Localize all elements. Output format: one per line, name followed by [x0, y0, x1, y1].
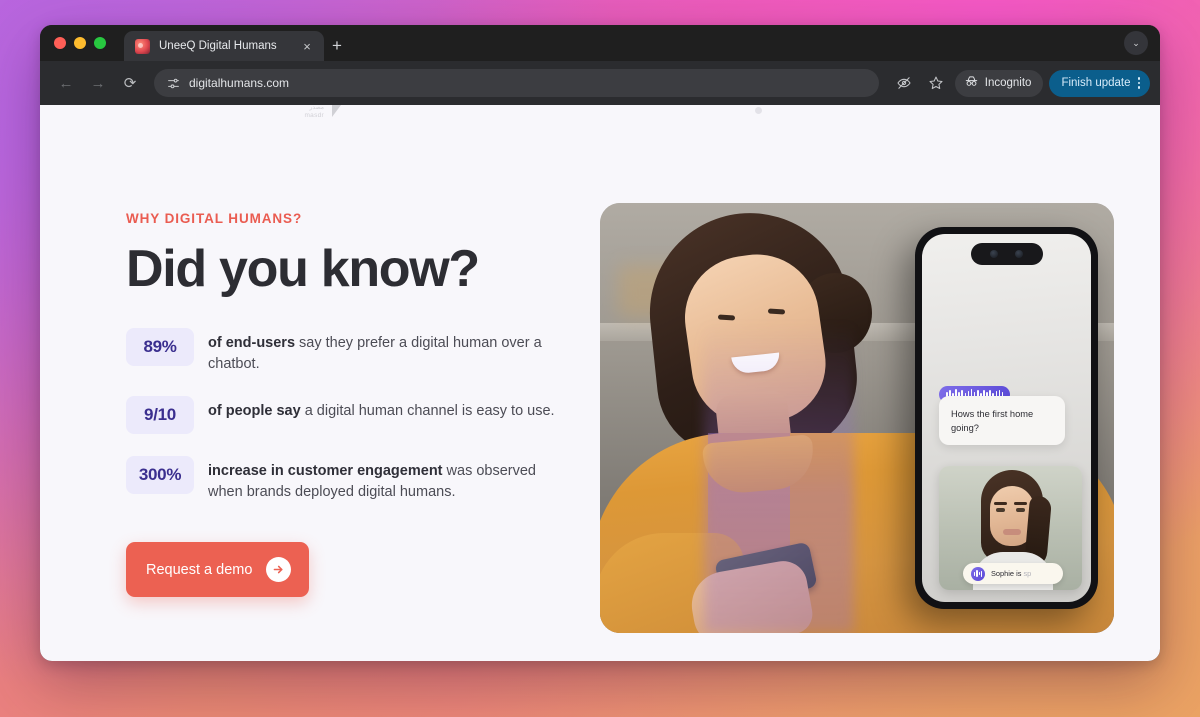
site-logo-mark: [332, 105, 344, 117]
chat-message-bubble: Hows the first home going?: [939, 396, 1065, 446]
stat-description-bold: increase in customer engagement: [208, 463, 443, 480]
incognito-indicator[interactable]: Incognito: [954, 69, 1044, 97]
browser-toolbar: ← → ⟳ digitalhumans.com Incognito Finish…: [40, 61, 1160, 105]
hero-copy: WHY DIGITAL HUMANS? Did you know? 89% of…: [126, 203, 556, 633]
stat-value-badge: 89%: [126, 328, 194, 367]
request-demo-label: Request a demo: [146, 561, 253, 578]
stat-description-bold: of end-users: [208, 335, 296, 352]
hero-photo: Hows the first home going? Sophie is sp: [600, 203, 1114, 633]
address-bar-url: digitalhumans.com: [189, 76, 290, 90]
window-traffic-lights: [54, 25, 124, 61]
stat-item: 9/10 of people say a digital human chann…: [126, 396, 556, 435]
maximize-window-button[interactable]: [94, 37, 106, 49]
stat-item: 89% of end-users say they prefer a digit…: [126, 328, 556, 374]
stat-description: of end-users say they prefer a digital h…: [208, 328, 556, 374]
hero-eyebrow: WHY DIGITAL HUMANS?: [126, 211, 303, 226]
toolbar-actions: Incognito Finish update: [891, 69, 1150, 97]
chevron-down-icon[interactable]: ⌄: [1124, 31, 1148, 55]
stat-item: 300% increase in customer engagement was…: [126, 456, 556, 502]
reload-button[interactable]: ⟳: [116, 69, 144, 97]
forward-button[interactable]: →: [84, 69, 112, 97]
hero-visual: Hows the first home going? Sophie is sp: [600, 203, 1114, 633]
site-logo-latin: masdr: [304, 112, 324, 119]
avatar-eye: [996, 508, 1005, 512]
camera-icon: [990, 250, 998, 258]
speaking-status-text: Sophie is sp: [991, 569, 1031, 578]
site-logo-arabic: مصدر: [309, 105, 324, 111]
desktop-background: UneeQ Digital Humans × + ⌄ ← → ⟳ digital…: [0, 0, 1200, 717]
avatar-lips: [1003, 529, 1021, 535]
speaking-name: Sophie is: [991, 569, 1022, 578]
tab-favicon-icon: [135, 38, 150, 54]
back-button[interactable]: ←: [52, 69, 80, 97]
site-logo[interactable]: مصدر masdr: [278, 105, 344, 125]
arrow-right-icon: [266, 557, 292, 583]
phone-screen: Hows the first home going? Sophie is sp: [922, 234, 1091, 602]
browser-tab[interactable]: UneeQ Digital Humans ×: [124, 31, 324, 61]
incognito-label: Incognito: [984, 77, 1032, 89]
request-demo-button[interactable]: Request a demo: [126, 542, 310, 598]
site-settings-icon[interactable]: [166, 76, 180, 90]
minimize-window-button[interactable]: [74, 37, 86, 49]
sensor-icon: [1015, 250, 1023, 258]
avatar-eye: [1016, 508, 1025, 512]
finish-update-label: Finish update: [1061, 77, 1131, 89]
finish-update-button[interactable]: Finish update: [1049, 69, 1150, 97]
stat-description: of people say a digital human channel is…: [208, 396, 555, 422]
browser-window: UneeQ Digital Humans × + ⌄ ← → ⟳ digital…: [40, 25, 1160, 661]
screen-glow: [704, 323, 854, 633]
eye-off-icon[interactable]: [891, 70, 917, 96]
close-window-button[interactable]: [54, 37, 66, 49]
stat-description: increase in customer engagement was obse…: [208, 456, 556, 502]
address-bar[interactable]: digitalhumans.com: [154, 69, 879, 97]
speaker-waveform-icon: [971, 566, 985, 581]
browser-tab-strip: UneeQ Digital Humans × + ⌄: [40, 25, 1160, 61]
page-decoration-dot: [755, 107, 762, 114]
close-tab-icon[interactable]: ×: [299, 38, 315, 54]
new-tab-button[interactable]: +: [324, 31, 350, 61]
speaking-ghost-text: sp: [1023, 569, 1032, 578]
page-viewport: مصدر masdr WHY DIGITAL HUMANS? Did you k…: [40, 105, 1160, 661]
dynamic-island: [970, 243, 1043, 265]
tab-title: UneeQ Digital Humans: [159, 40, 277, 52]
incognito-icon: [964, 74, 979, 92]
stat-value-badge: 300%: [126, 456, 194, 495]
phone-mockup: Hows the first home going? Sophie is sp: [915, 227, 1098, 609]
digital-human-video[interactable]: Sophie is sp: [939, 466, 1082, 590]
stat-description-bold: of people say: [208, 403, 301, 420]
avatar-brow: [994, 502, 1007, 505]
stat-description-rest: a digital human channel is easy to use.: [300, 403, 555, 420]
browser-menu-icon[interactable]: [1136, 77, 1143, 89]
hero-headline: Did you know?: [126, 240, 480, 298]
avatar-brow: [1014, 502, 1027, 505]
stat-value-badge: 9/10: [126, 396, 194, 435]
hero-section: WHY DIGITAL HUMANS? Did you know? 89% of…: [40, 203, 1160, 633]
star-icon[interactable]: [923, 70, 949, 96]
speaking-status-chip: Sophie is sp: [963, 563, 1063, 584]
